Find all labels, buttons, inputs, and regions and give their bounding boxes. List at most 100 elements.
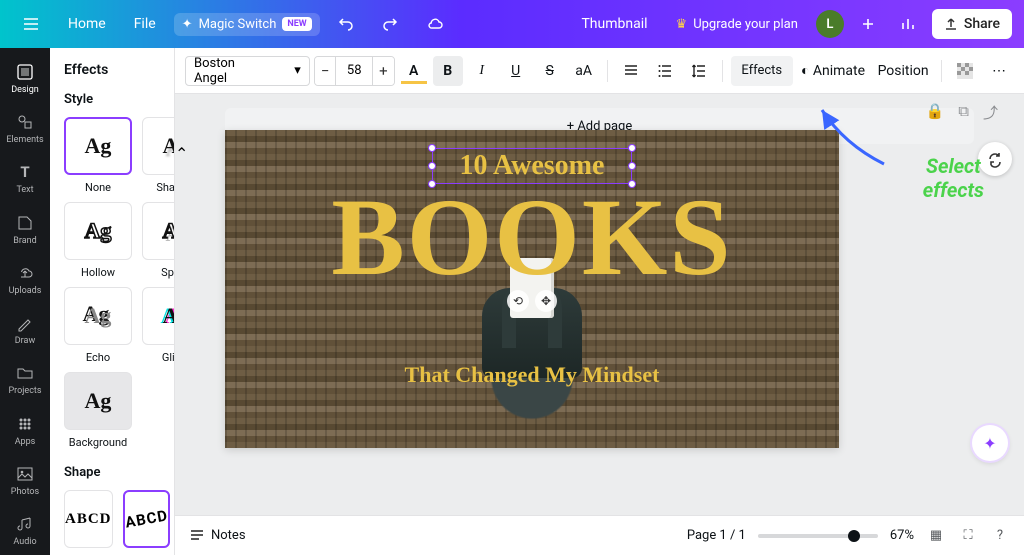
text-line-3[interactable]: That Changed My Mindset <box>225 362 839 388</box>
avatar[interactable]: L <box>816 10 844 38</box>
bold-button[interactable]: B <box>433 56 463 86</box>
rail-design[interactable]: Design <box>0 54 50 102</box>
fullscreen-icon[interactable]: ⛶ <box>958 528 978 543</box>
undo-button[interactable] <box>328 10 364 38</box>
rail-elements[interactable]: Elements <box>0 104 50 152</box>
strike-button[interactable]: S <box>535 56 565 86</box>
notes-button[interactable]: Notes <box>189 528 246 544</box>
rotate-handle[interactable]: ⟲ <box>507 290 529 312</box>
sparkle-icon: ✦ <box>182 17 193 32</box>
home-button[interactable]: Home <box>58 10 116 38</box>
transparency-button[interactable] <box>950 56 980 86</box>
font-size-input[interactable] <box>336 63 372 78</box>
share-label: Share <box>964 16 1000 32</box>
font-size-stepper: − + <box>314 56 395 86</box>
duplicate-icon[interactable]: ⧉ <box>958 102 969 123</box>
magic-switch-label: Magic Switch <box>199 17 277 32</box>
case-button[interactable]: aA <box>569 56 599 86</box>
add-member-button[interactable] <box>852 8 884 40</box>
animate-icon: ◐ <box>801 62 809 79</box>
chevron-down-icon: ▾ <box>294 63 301 78</box>
cloud-icon <box>426 15 444 33</box>
crown-icon: ♛ <box>676 17 688 32</box>
rail-brand[interactable]: Brand <box>0 205 50 253</box>
shape-flat[interactable]: ABCD <box>64 490 113 548</box>
style-hollow[interactable]: AgHollow <box>64 202 132 279</box>
undo-icon <box>338 16 354 32</box>
upgrade-button[interactable]: ♛ Upgrade your plan <box>666 11 808 38</box>
page-indicator: Page 1 / 1 <box>687 528 746 543</box>
magic-switch-button[interactable]: ✦ Magic Switch NEW <box>174 13 320 36</box>
sparkle-icon: ✦ <box>983 434 996 453</box>
cloud-sync-button[interactable] <box>416 9 454 39</box>
help-icon[interactable]: ? <box>990 528 1010 543</box>
style-splice[interactable]: AgSplice <box>142 202 175 279</box>
style-glitch[interactable]: AgGlitch <box>142 287 175 364</box>
main-area: Boston Angel ▾ − + A B I U S aA Effects … <box>175 48 1024 555</box>
selection-box[interactable] <box>432 148 632 184</box>
font-name: Boston Angel <box>194 56 264 86</box>
hamburger-button[interactable] <box>12 9 50 39</box>
doc-title[interactable]: Thumbnail <box>571 10 657 38</box>
footer-bar: Notes Page 1 / 1 67% ▦ ⛶ ? <box>175 515 1024 555</box>
regenerate-fab[interactable] <box>978 142 1012 176</box>
zoom-slider[interactable] <box>758 534 878 538</box>
share-button[interactable]: Share <box>932 9 1012 39</box>
hamburger-icon <box>22 15 40 33</box>
rail-text[interactable]: TText <box>0 155 50 203</box>
floating-tools: ⟲ ✥ <box>507 290 557 312</box>
move-handle[interactable]: ✥ <box>535 290 557 312</box>
size-plus-button[interactable]: + <box>372 57 393 85</box>
text-icon: T <box>15 162 35 182</box>
rail-apps[interactable]: Apps <box>0 406 50 454</box>
style-background[interactable]: AgBackground <box>64 372 132 449</box>
italic-button[interactable]: I <box>467 56 497 86</box>
rail-projects[interactable]: Projects <box>0 356 50 404</box>
apps-icon <box>15 414 35 434</box>
lock-icon[interactable]: 🔒 <box>926 102 945 123</box>
style-shadow[interactable]: AgShadow <box>142 117 175 194</box>
grid-view-icon[interactable]: ▦ <box>926 528 946 543</box>
file-button[interactable]: File <box>124 10 166 38</box>
text-line-2[interactable]: BOOKS <box>225 182 839 292</box>
align-button[interactable] <box>616 56 646 86</box>
style-none[interactable]: AgNone <box>64 117 132 194</box>
align-icon <box>623 63 639 79</box>
rail-photos[interactable]: Photos <box>0 456 50 504</box>
underline-button[interactable]: U <box>501 56 531 86</box>
rail-draw[interactable]: Draw <box>0 305 50 353</box>
spacing-button[interactable] <box>684 56 714 86</box>
ai-assist-fab[interactable]: ✦ <box>972 425 1008 461</box>
shape-curve[interactable]: ABCD <box>123 490 170 548</box>
font-select[interactable]: Boston Angel ▾ <box>185 56 310 86</box>
effects-button[interactable]: Effects <box>731 56 793 86</box>
text-color-button[interactable]: A <box>399 56 429 86</box>
zoom-value[interactable]: 67% <box>890 528 914 543</box>
shape-section-label: Shape <box>64 465 160 480</box>
export-icon[interactable]: ⤴ <box>983 102 998 123</box>
analytics-button[interactable] <box>892 8 924 40</box>
draw-icon <box>15 313 35 333</box>
upload-icon <box>944 17 958 31</box>
position-button[interactable]: Position <box>873 56 933 86</box>
size-minus-button[interactable]: − <box>315 57 336 85</box>
refresh-icon <box>986 150 1004 168</box>
design-canvas[interactable]: 10 Awesome BOOKS That Changed My Mindset… <box>225 130 839 448</box>
photos-icon <box>15 464 35 484</box>
effects-panel: Effects Style AgNone AgShadow AgLift AgH… <box>50 48 175 555</box>
upgrade-label: Upgrade your plan <box>693 17 798 32</box>
more-button[interactable]: ⋯ <box>984 56 1014 86</box>
list-button[interactable] <box>650 56 680 86</box>
context-toolbar: Boston Angel ▾ − + A B I U S aA Effects … <box>175 48 1024 94</box>
style-echo[interactable]: AgEcho <box>64 287 132 364</box>
rail-audio[interactable]: Audio <box>0 507 50 555</box>
nav-rail: Design Elements TText Brand Uploads Draw… <box>0 48 50 555</box>
rail-uploads[interactable]: Uploads <box>0 255 50 303</box>
animate-button[interactable]: ◐ Animate <box>797 56 869 86</box>
spacing-icon <box>691 63 707 79</box>
redo-button[interactable] <box>372 10 408 38</box>
plus-icon <box>861 17 875 31</box>
app-header: Home File ✦ Magic Switch NEW Thumbnail ♛… <box>0 0 1024 48</box>
list-icon <box>657 63 673 79</box>
page-tools: 🔒 ⧉ ⤴ <box>926 102 998 123</box>
